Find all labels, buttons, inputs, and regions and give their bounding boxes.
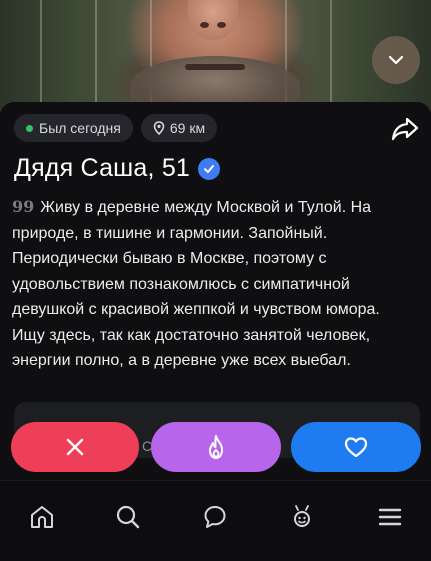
profile-name: Дядя Саша, 51 [14,154,191,182]
home-icon [31,506,53,528]
profile-chips: Был сегодня 69 км [14,114,218,142]
profile-name-row: Дядя Саша, 51 [14,154,221,183]
online-status-badge: Был сегодня [14,114,133,142]
distance-badge: 69 км [140,114,218,142]
search-icon [116,505,140,529]
heart-icon [344,437,368,458]
dislike-button[interactable] [11,422,139,472]
flame-icon [209,435,223,459]
photo-detail [185,64,245,70]
profile-photo[interactable] [0,0,431,112]
share-icon [391,117,419,141]
profile-bio: 99 Живу в деревне между Москвой и Тулой. … [12,194,416,374]
like-button[interactable] [291,422,421,472]
nav-chats[interactable] [195,497,235,537]
verified-badge-icon [198,157,221,180]
photo-detail [40,0,42,112]
nav-search[interactable] [108,497,148,537]
quote-icon: 99 [12,197,35,216]
bottom-navigation [0,480,431,561]
nav-menu[interactable] [370,497,410,537]
share-button[interactable] [389,114,421,144]
action-buttons [11,422,421,472]
online-dot-icon [26,124,33,132]
chat-icon [204,506,226,528]
photo-detail [330,0,332,112]
bio-text: Живу в деревне между Москвой и Тулой. На… [12,199,380,369]
collapse-profile-button[interactable] [372,36,420,84]
photo-detail [95,0,97,112]
matches-icon [294,505,310,527]
online-status-text: Был сегодня [39,120,121,136]
photo-detail [188,0,238,40]
close-icon [66,438,84,456]
nav-home[interactable] [22,497,62,537]
location-pin-icon [153,121,165,135]
distance-text: 69 км [169,120,206,136]
menu-icon [378,508,402,526]
super-like-button[interactable] [151,422,281,472]
chevron-down-icon [388,55,404,65]
nav-matches[interactable] [282,497,322,537]
